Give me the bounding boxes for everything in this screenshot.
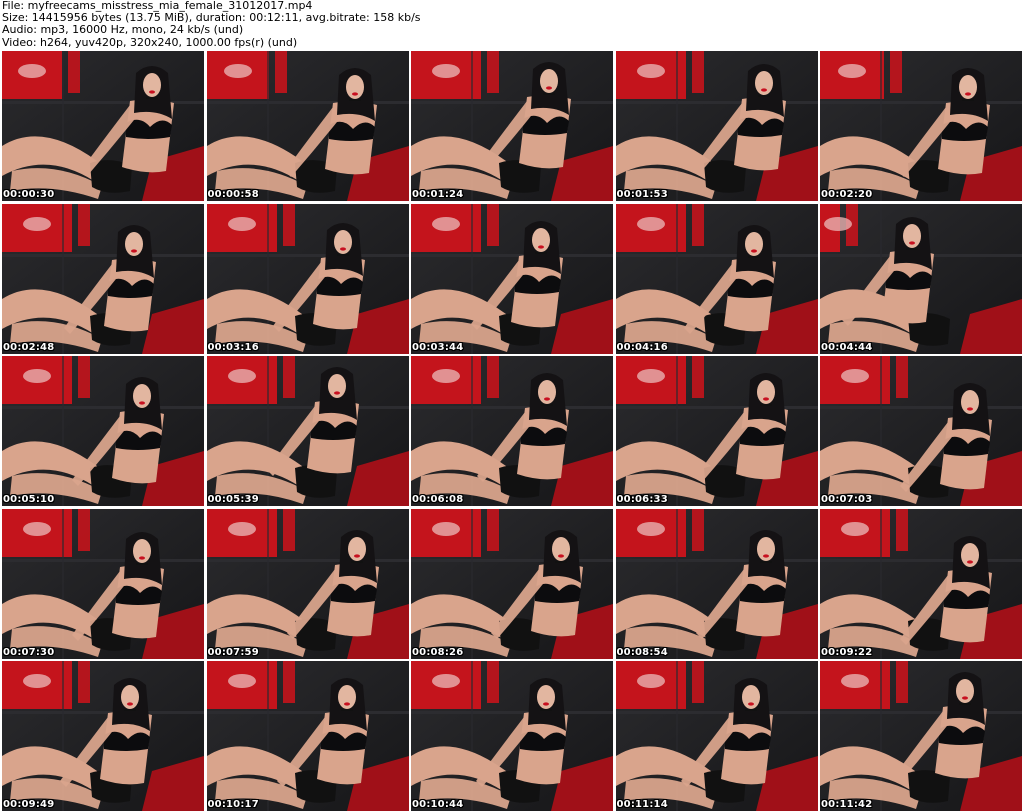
video-thumbnail: 00:07:59 bbox=[206, 508, 409, 659]
thumbnail-timestamp: 00:06:33 bbox=[616, 494, 668, 505]
thumbnail-timestamp: 00:09:49 bbox=[3, 799, 55, 810]
thumbnail-timestamp: 00:05:39 bbox=[207, 494, 259, 505]
thumbnail-frame-image bbox=[615, 203, 818, 354]
thumbnail-frame-image bbox=[820, 203, 1022, 354]
video-thumbnail: 00:10:17 bbox=[206, 661, 409, 811]
video-thumbnail: 00:09:22 bbox=[820, 508, 1022, 659]
video-thumbnail: 00:08:54 bbox=[615, 508, 818, 659]
video-thumbnail: 00:04:44 bbox=[820, 203, 1022, 354]
video-thumbnail: 00:11:42 bbox=[820, 661, 1022, 811]
thumbnail-frame-image bbox=[206, 51, 409, 201]
video-thumbnail: 00:10:44 bbox=[411, 661, 613, 811]
thumbnail-timestamp: 00:02:48 bbox=[3, 341, 55, 353]
video-thumbnail: 00:02:20 bbox=[820, 51, 1022, 201]
thumbnail-timestamp: 00:08:26 bbox=[412, 646, 464, 658]
video-thumbnail: 00:08:26 bbox=[411, 508, 613, 659]
video-thumbnail: 00:03:16 bbox=[206, 203, 409, 354]
thumbnail-timestamp: 00:04:16 bbox=[616, 341, 668, 353]
video-thumbnail: 00:07:30 bbox=[2, 508, 204, 659]
thumbnail-frame-image bbox=[206, 356, 409, 506]
thumbnail-timestamp: 00:03:44 bbox=[412, 341, 464, 353]
thumbnail-timestamp: 00:06:08 bbox=[412, 494, 464, 505]
thumbnail-frame-image bbox=[2, 661, 204, 811]
thumbnail-timestamp: 00:11:14 bbox=[616, 799, 668, 810]
video-thumbnail: 00:02:48 bbox=[2, 203, 204, 354]
video-info-line: Video: h264, yuv420p, 320x240, 1000.00 f… bbox=[2, 35, 298, 49]
thumbnail-frame-image bbox=[820, 51, 1022, 201]
thumbnail-timestamp: 00:11:42 bbox=[821, 799, 873, 810]
audio-info-line: Audio: mp3, 16000 Hz, mono, 24 kb/s (und… bbox=[2, 23, 244, 37]
thumbnail-timestamp: 00:03:16 bbox=[207, 341, 259, 353]
video-thumbnail: 00:11:14 bbox=[615, 661, 818, 811]
thumbnail-frame-image bbox=[2, 203, 204, 354]
video-thumbnail: 00:00:58 bbox=[206, 51, 409, 201]
thumbnail-timestamp: 00:07:59 bbox=[207, 646, 259, 658]
video-thumbnail: 00:06:33 bbox=[615, 356, 818, 506]
thumbnail-frame-image bbox=[615, 356, 818, 506]
video-thumbnail: 00:05:10 bbox=[2, 356, 204, 506]
thumbnail-timestamp: 00:05:10 bbox=[3, 494, 55, 505]
thumbnail-frame-image bbox=[411, 356, 613, 506]
thumbnail-grid: 00:00:30 00:00:58 00:01:24 00:01:53 00:02:20… bbox=[2, 51, 1022, 811]
thumbnail-timestamp: 00:00:58 bbox=[207, 189, 259, 200]
thumbnail-frame-image bbox=[2, 508, 204, 659]
video-thumbnail: 00:00:30 bbox=[2, 51, 204, 201]
thumbnail-frame-image bbox=[411, 508, 613, 659]
video-thumbnail: 00:03:44 bbox=[411, 203, 613, 354]
thumbnail-timestamp: 00:08:54 bbox=[616, 646, 668, 658]
thumbnail-frame-image bbox=[206, 203, 409, 354]
thumbnail-timestamp: 00:04:44 bbox=[821, 341, 873, 353]
thumbnail-frame-image bbox=[2, 356, 204, 506]
thumbnail-frame-image bbox=[615, 51, 818, 201]
thumbnail-frame-image bbox=[411, 51, 613, 201]
thumbnail-frame-image bbox=[206, 661, 409, 811]
thumbnail-timestamp: 00:02:20 bbox=[821, 189, 873, 200]
thumbnail-frame-image bbox=[820, 356, 1022, 506]
thumbnail-timestamp: 00:00:30 bbox=[3, 189, 55, 200]
thumbnail-timestamp: 00:09:22 bbox=[821, 646, 873, 658]
thumbnail-frame-image bbox=[820, 661, 1022, 811]
thumbnail-frame-image bbox=[2, 51, 204, 201]
video-thumbnail: 00:01:24 bbox=[411, 51, 613, 201]
thumbnail-timestamp: 00:10:44 bbox=[412, 799, 464, 810]
video-thumbnail: 00:06:08 bbox=[411, 356, 613, 506]
video-thumbnail: 00:09:49 bbox=[2, 661, 204, 811]
video-thumbnail: 00:05:39 bbox=[206, 356, 409, 506]
file-info-header: File: myfreecams_misstress_mia_female_31… bbox=[2, 0, 1022, 50]
thumbnail-frame-image bbox=[820, 508, 1022, 659]
video-thumbnail: 00:07:03 bbox=[820, 356, 1022, 506]
thumbnail-frame-image bbox=[615, 508, 818, 659]
thumbnail-frame-image bbox=[206, 508, 409, 659]
thumbnail-frame-image bbox=[615, 661, 818, 811]
thumbnail-timestamp: 00:10:17 bbox=[207, 799, 259, 810]
thumbnail-timestamp: 00:07:03 bbox=[821, 494, 873, 505]
thumbnail-timestamp: 00:07:30 bbox=[3, 646, 55, 658]
thumbnail-timestamp: 00:01:53 bbox=[616, 189, 668, 200]
thumbnail-frame-image bbox=[411, 661, 613, 811]
thumbnail-timestamp: 00:01:24 bbox=[412, 189, 464, 200]
video-thumbnail: 00:04:16 bbox=[615, 203, 818, 354]
video-thumbnail: 00:01:53 bbox=[615, 51, 818, 201]
thumbnail-frame-image bbox=[411, 203, 613, 354]
